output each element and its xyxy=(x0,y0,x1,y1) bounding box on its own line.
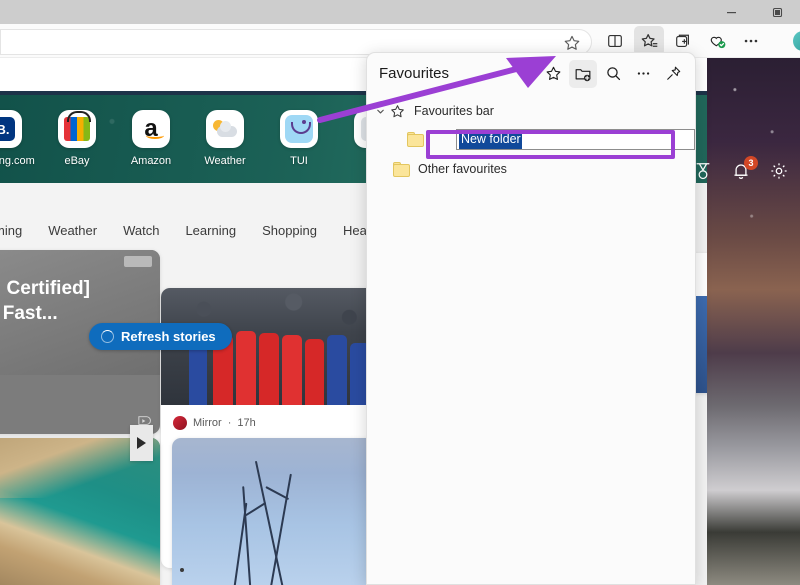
quick-link-label: Amazon xyxy=(131,155,171,167)
quick-links: B. Booking.com eBay a Amazon Weather TUI xyxy=(0,110,410,167)
quick-link-tile[interactable]: a Amazon xyxy=(114,110,188,167)
favourites-title: Favourites xyxy=(379,65,539,82)
ad-title-line1: e Mfi Certified] xyxy=(0,276,158,301)
quick-link-label: eBay xyxy=(64,155,89,167)
news-separator: · xyxy=(228,417,232,429)
carousel-next-button[interactable] xyxy=(130,425,153,461)
tree-label: Other favourites xyxy=(418,162,507,176)
weather-icon xyxy=(206,110,244,148)
quick-link-tile[interactable]: TUI xyxy=(262,110,336,167)
ad-title: e Mfi Certified] 2.4A Fast... xyxy=(0,276,158,326)
ad-badge xyxy=(124,256,152,267)
quick-link-label: TUI xyxy=(290,155,308,167)
favourites-flyout: Favourites xyxy=(366,52,696,585)
spinner-icon xyxy=(101,330,114,343)
title-bar xyxy=(0,0,800,24)
add-folder-button[interactable] xyxy=(569,60,597,88)
branches-image xyxy=(172,438,387,585)
browser-window: B. Booking.com eBay a Amazon Weather TUI xyxy=(0,0,800,585)
aurora-background-image xyxy=(707,58,800,585)
amazon-icon: a xyxy=(132,110,170,148)
tui-icon xyxy=(280,110,318,148)
refresh-stories-button[interactable]: Refresh stories xyxy=(89,323,232,350)
new-folder-name-input[interactable]: New folder xyxy=(456,129,695,150)
quick-link-tile[interactable]: Weather xyxy=(188,110,262,167)
chevron-right-icon xyxy=(137,437,146,449)
notifications-icon[interactable]: 3 xyxy=(731,161,753,183)
chevron-down-icon[interactable] xyxy=(373,104,387,118)
folder-icon xyxy=(407,132,424,147)
favourites-bar-star-icon xyxy=(389,103,406,120)
new-folder-edit-row: New folder xyxy=(367,129,695,150)
settings-and-more-icon[interactable] xyxy=(736,26,766,56)
more-options-button[interactable] xyxy=(629,60,657,88)
favourites-actions xyxy=(539,60,687,88)
booking-icon: B. xyxy=(0,110,22,148)
browser-essentials-icon[interactable] xyxy=(702,26,732,56)
tree-label: Favourites bar xyxy=(414,104,494,118)
quick-link-label: Booking.com xyxy=(0,155,35,167)
favourites-tree: Favourites bar New folder Other favourit… xyxy=(367,94,695,182)
folder-icon xyxy=(393,162,410,177)
publisher-logo-icon xyxy=(173,416,187,430)
pin-pane-button[interactable] xyxy=(659,60,687,88)
favourites-header: Favourites xyxy=(367,53,695,94)
search-favourites-button[interactable] xyxy=(599,60,627,88)
ebay-icon xyxy=(58,110,96,148)
rewards-icon[interactable] xyxy=(693,161,715,183)
tree-item-favourites-bar[interactable]: Favourites bar xyxy=(367,98,695,124)
news-time: 17h xyxy=(237,417,255,429)
add-favourite-star-icon[interactable] xyxy=(563,34,581,52)
photo-card-branches[interactable] xyxy=(172,438,387,585)
minimize-button[interactable] xyxy=(708,0,754,24)
settings-gear-icon[interactable] xyxy=(769,161,791,183)
news-source: Mirror xyxy=(193,417,222,429)
add-favourite-button[interactable] xyxy=(539,60,567,88)
quick-link-tile[interactable]: B. Booking.com xyxy=(0,110,40,167)
branches-dot xyxy=(180,568,184,572)
quick-link-label: Weather xyxy=(204,155,245,167)
quick-link-tile[interactable]: eBay xyxy=(40,110,114,167)
refresh-stories-label: Refresh stories xyxy=(121,329,216,344)
page-utility-icons: 3 xyxy=(693,161,791,183)
maximize-restore-button[interactable] xyxy=(754,0,800,24)
window-controls xyxy=(708,0,800,24)
notification-badge: 3 xyxy=(744,156,758,170)
tree-item-other-favourites[interactable]: Other favourites xyxy=(367,156,695,182)
news-source-row: Mirror · 17h xyxy=(173,416,363,430)
new-folder-name-value: New folder xyxy=(459,130,522,149)
